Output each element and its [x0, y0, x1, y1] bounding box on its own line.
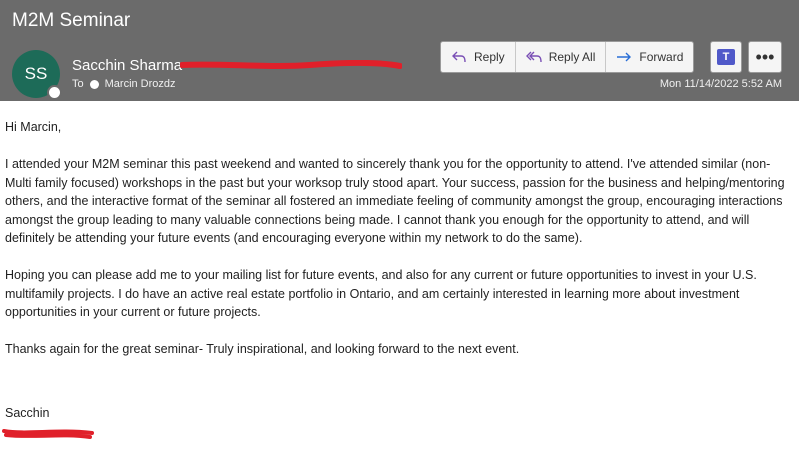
to-label: To — [72, 78, 84, 90]
signature-name: Sacchin — [5, 406, 50, 420]
more-options-button[interactable]: ••• — [748, 41, 782, 73]
forward-label: Forward — [639, 50, 684, 64]
greeting: Hi Marcin, — [5, 120, 62, 134]
recipient-presence-icon — [89, 79, 99, 89]
email-header: M2M Seminar SS Sacchin Sharma To Marcin … — [0, 0, 799, 101]
forward-icon — [617, 52, 632, 62]
redacted-sender-email — [180, 60, 402, 69]
teams-button[interactable]: T — [710, 41, 742, 73]
body-paragraph-2: Hoping you can please add me to your mai… — [5, 268, 757, 319]
teams-icon: T — [717, 49, 735, 65]
recipient-name[interactable]: Marcin Drozdz — [105, 78, 176, 90]
reply-all-button[interactable]: Reply All — [516, 42, 607, 72]
email-body: Hi Marcin, I attended your M2M seminar t… — [5, 118, 790, 377]
reply-label: Reply — [474, 50, 505, 64]
body-paragraph-3: Thanks again for the great seminar- Trul… — [5, 342, 520, 356]
email-subject: M2M Seminar — [12, 10, 131, 31]
redacted-signature-line — [2, 429, 94, 439]
timestamp: Mon 11/14/2022 5:52 AM — [659, 78, 782, 90]
body-paragraph-1: I attended your M2M seminar this past we… — [5, 157, 785, 245]
more-icon: ••• — [755, 46, 775, 67]
avatar-initials: SS — [24, 64, 48, 83]
sender-name[interactable]: Sacchin Sharma — [72, 57, 182, 74]
reply-all-label: Reply All — [548, 50, 596, 64]
reply-all-icon — [525, 51, 542, 63]
reply-icon — [452, 51, 466, 63]
presence-indicator — [47, 85, 62, 100]
recipient-row: To Marcin Drozdz — [72, 78, 176, 90]
response-actions: Reply Reply All Forward — [440, 41, 695, 73]
forward-button[interactable]: Forward — [606, 42, 693, 72]
reply-button[interactable]: Reply — [441, 42, 516, 72]
